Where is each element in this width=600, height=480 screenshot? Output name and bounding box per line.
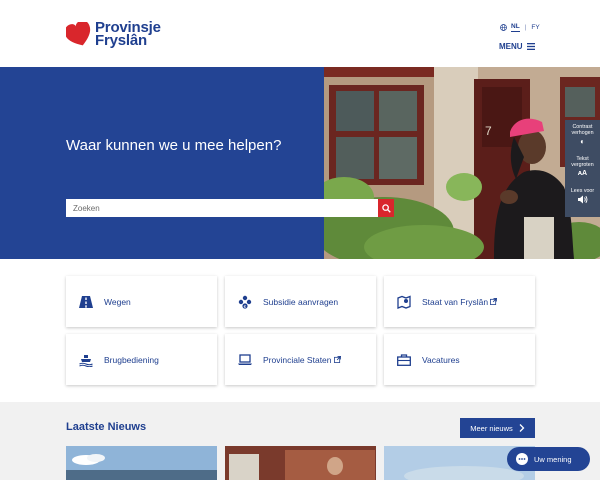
chevron-right-icon <box>519 424 525 432</box>
globe-icon <box>500 23 507 31</box>
search-bar <box>66 199 394 217</box>
tile-brugbediening[interactable]: Brugbediening <box>66 334 217 385</box>
lang-nl-link[interactable]: NL <box>511 23 520 32</box>
external-link-icon <box>333 356 341 363</box>
tile-label: Staat van Fryslân <box>422 296 489 307</box>
language-switch: NL | FY <box>500 22 540 32</box>
search-icon <box>381 203 391 213</box>
hero-section: 7 Waar kunnen we u mee helpen? <box>0 67 600 259</box>
accessibility-panel: Contrast verhogen ◐ Tekst vergroten ᴀA L… <box>565 120 600 217</box>
site-header: Provinsje Fryslân NL | FY MENU <box>0 0 600 67</box>
news-card[interactable] <box>66 446 217 480</box>
tile-provinciale-staten[interactable]: Provinciale Staten <box>225 334 376 385</box>
news-heading: Laatste Nieuws <box>66 421 147 433</box>
lang-separator: | <box>524 23 527 31</box>
contrast-icon: ◐ <box>580 137 585 146</box>
tile-subsidie-aanvragen[interactable]: € Subsidie aanvragen <box>225 276 376 327</box>
feedback-chat-button[interactable]: Uw mening <box>507 447 590 471</box>
external-link-icon <box>490 298 498 305</box>
tile-label: Provinciale Staten <box>263 354 332 365</box>
hero-blue-panel <box>0 67 324 259</box>
more-news-label: Meer nieuws <box>470 423 513 433</box>
hero-photo-illustration: 7 <box>324 67 600 259</box>
text-size-label-2: vergroten <box>571 162 594 168</box>
read-aloud-button[interactable]: Lees voor <box>565 184 600 216</box>
tile-label: Brugbediening <box>104 354 159 365</box>
contrast-label-2: verhogen <box>571 130 594 136</box>
news-section: Laatste Nieuws Meer nieuws <box>0 402 600 480</box>
tile-staat-van-fryslan[interactable]: Staat van Fryslân <box>384 276 535 327</box>
briefcase-icon <box>396 352 412 368</box>
text-size-toggle[interactable]: Tekst vergroten ᴀA <box>565 152 600 184</box>
text-size-icon: ᴀA <box>577 170 588 177</box>
search-input[interactable] <box>66 199 378 217</box>
tile-vacatures[interactable]: Vacatures <box>384 334 535 385</box>
chat-bubble-icon <box>516 453 528 465</box>
news-card-image <box>225 446 376 480</box>
menu-label: MENU <box>499 42 523 51</box>
tile-wegen[interactable]: Wegen <box>66 276 217 327</box>
news-card[interactable] <box>225 446 376 480</box>
heart-logo-icon <box>66 22 91 46</box>
lang-fy-link[interactable]: FY <box>531 24 539 31</box>
road-icon <box>78 294 94 310</box>
hamburger-icon <box>526 43 535 50</box>
feedback-label: Uw mening <box>534 454 572 464</box>
tile-label: Wegen <box>104 296 131 307</box>
contrast-toggle[interactable]: Contrast verhogen ◐ <box>565 120 600 152</box>
read-aloud-label: Lees voor <box>570 188 595 194</box>
map-icon <box>396 294 412 310</box>
hero-photo: 7 <box>324 67 600 259</box>
provinsje-fryslan-logo[interactable]: Provinsje Fryslân <box>66 20 166 50</box>
coins-icon: € <box>237 294 253 310</box>
news-card-image <box>66 446 217 480</box>
laptop-icon <box>237 352 253 368</box>
boat-icon <box>78 352 94 368</box>
tile-label: Subsidie aanvragen <box>263 296 339 307</box>
speaker-icon <box>565 195 600 207</box>
svg-text:7: 7 <box>485 124 492 138</box>
hero-title: Waar kunnen we u mee helpen? <box>66 137 282 154</box>
more-news-button[interactable]: Meer nieuws <box>460 418 535 438</box>
menu-button[interactable]: MENU <box>499 42 535 51</box>
logo-wordmark: Provinsje Fryslân <box>95 20 161 48</box>
tile-label: Vacatures <box>422 354 460 365</box>
search-button[interactable] <box>378 199 394 217</box>
